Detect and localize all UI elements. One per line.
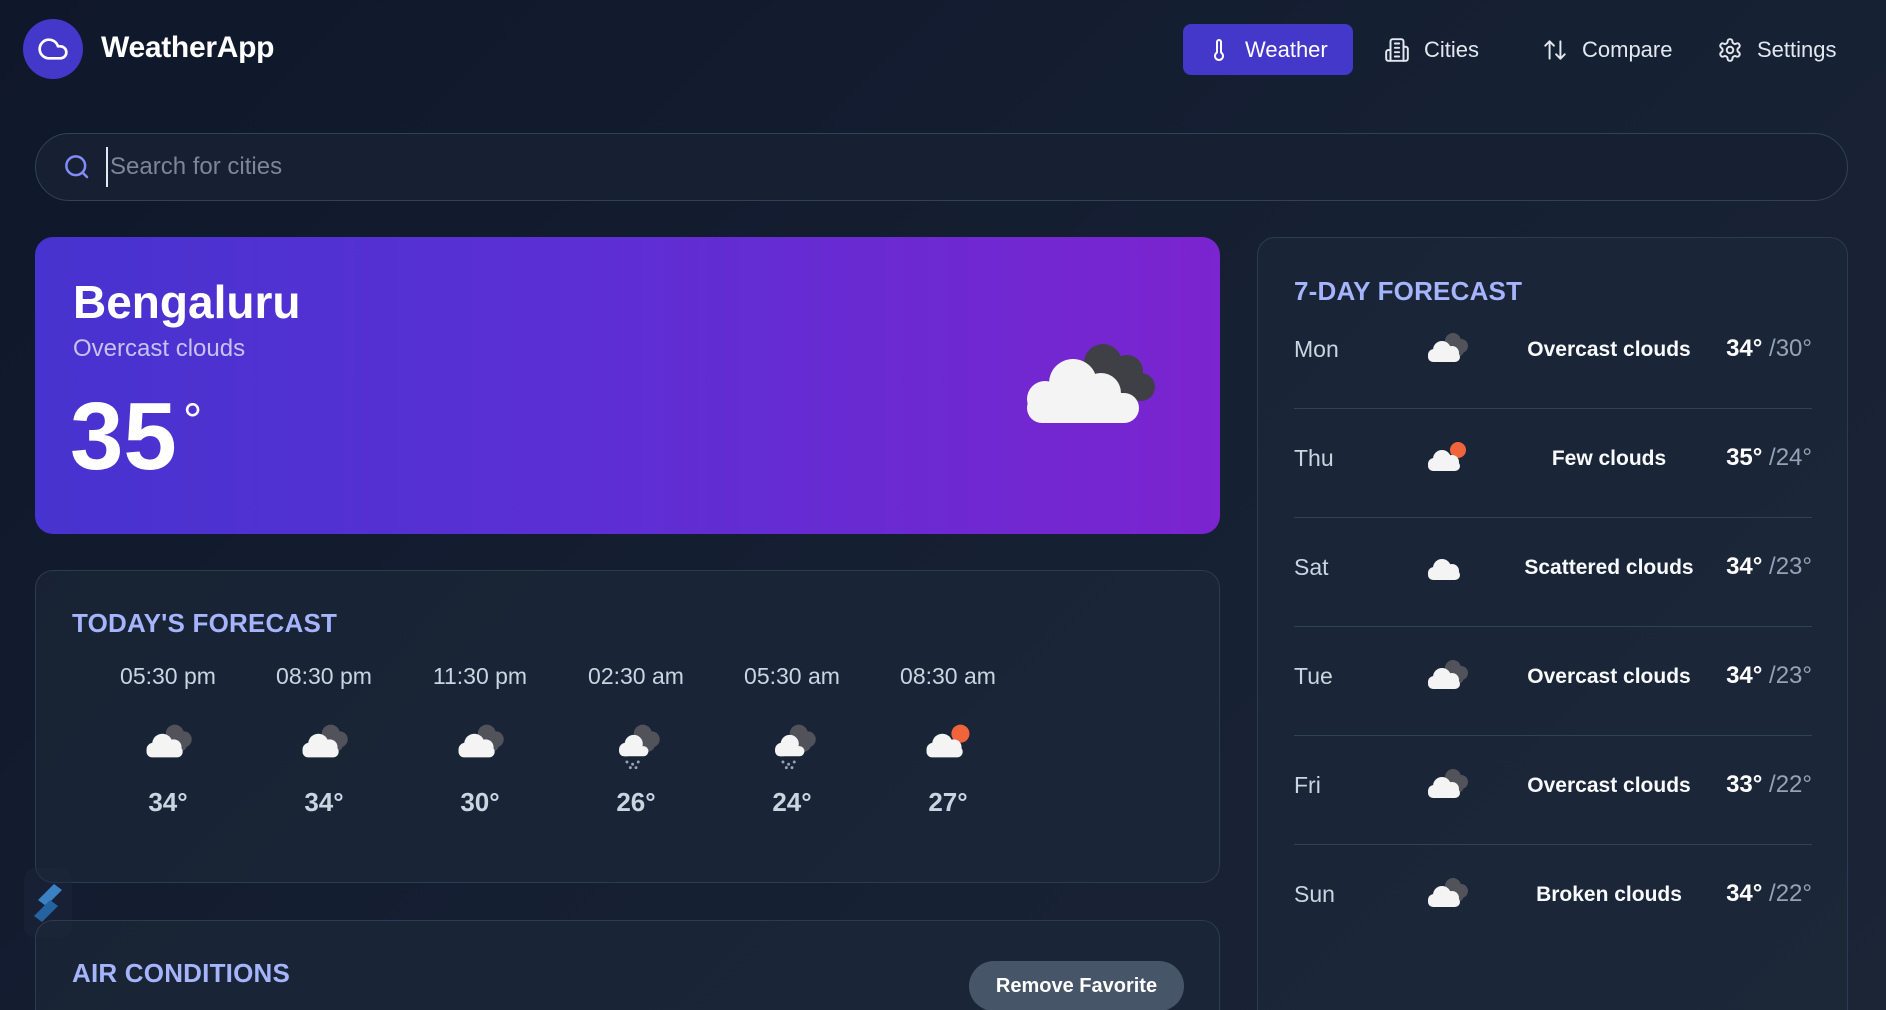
- daily-forecast-row[interactable]: Sat Scattered clouds 34° /23°: [1294, 518, 1812, 627]
- overcast-clouds-icon: [98, 719, 238, 771]
- todays-forecast-card: TODAY'S FORECAST 05:30 pm 34° 08:30 pm 34° 1…: [35, 570, 1220, 883]
- daily-forecast-row[interactable]: Mon Overcast clouds 34° /30°: [1294, 300, 1812, 409]
- hour-time: 02:30 am: [588, 663, 684, 689]
- city-name: Bengaluru: [73, 276, 301, 328]
- day-condition: Overcast clouds: [1527, 338, 1691, 361]
- day-high: 33°: [1726, 771, 1763, 798]
- hourly-forecast-item: 05:30 pm 34°: [98, 663, 238, 818]
- day-name: Sun: [1294, 881, 1335, 907]
- hour-temp: 34°: [304, 787, 344, 817]
- overcast-clouds-icon: [1424, 328, 1470, 379]
- gear-icon: [1719, 37, 1741, 62]
- day-temps: 35° /24°: [1726, 444, 1812, 472]
- hourly-forecast-item: 11:30 pm 30°: [410, 663, 550, 818]
- day-temps: 34° /22°: [1726, 880, 1812, 908]
- hour-temp: 26°: [616, 787, 656, 817]
- remove-favorite-button[interactable]: Remove Favorite: [969, 961, 1184, 1010]
- day-name: Tue: [1294, 663, 1333, 689]
- daily-forecast-row[interactable]: Thu Few clouds 35° /24°: [1294, 409, 1812, 518]
- current-temperature: 35: [70, 383, 177, 490]
- hour-temp: 24°: [772, 787, 812, 817]
- day-low: /23°: [1769, 553, 1812, 580]
- rain-cloud-icon: [566, 719, 706, 771]
- current-weather-card: Bengaluru Overcast clouds 35 °: [35, 237, 1220, 534]
- day-name: Fri: [1294, 772, 1321, 798]
- nav-settings[interactable]: Settings: [1693, 24, 1861, 75]
- day-name: Mon: [1294, 336, 1339, 362]
- nav-weather[interactable]: Weather: [1183, 24, 1353, 75]
- hour-temp: 30°: [460, 787, 500, 817]
- seven-day-forecast-card: 7-DAY FORECAST Mon Overcast clouds 34° /30…: [1257, 237, 1848, 1010]
- day-condition: Scattered clouds: [1524, 556, 1694, 579]
- hourly-forecast-item: 08:30 pm 34°: [254, 663, 394, 818]
- day-temps: 33° /22°: [1726, 771, 1812, 799]
- hour-time: 05:30 pm: [120, 663, 216, 689]
- nav-settings-label: Settings: [1757, 36, 1837, 62]
- nav-compare-label: Compare: [1582, 36, 1673, 62]
- search-icon: [62, 152, 92, 182]
- hour-time: 08:30 pm: [276, 663, 372, 689]
- top-header: WeatherApp Weather Cities Compare Settin…: [0, 0, 1886, 100]
- logo[interactable]: [23, 19, 83, 79]
- scattered-clouds-icon: [1424, 546, 1470, 597]
- day-high: 34°: [1726, 553, 1763, 580]
- overcast-clouds-icon: [410, 719, 550, 771]
- todays-forecast-title: TODAY'S FORECAST: [72, 608, 338, 638]
- arrows-up-down-icon: [1544, 39, 1566, 60]
- few-clouds-sun-icon: [878, 719, 1018, 771]
- day-name: Thu: [1294, 445, 1334, 471]
- weather-description: Overcast clouds: [73, 335, 246, 362]
- hour-time: 05:30 am: [744, 663, 840, 689]
- daily-forecast-row[interactable]: Fri Overcast clouds 33° /22°: [1294, 736, 1812, 845]
- hourly-forecast-item: 08:30 am 27°: [878, 663, 1018, 818]
- day-temps: 34° /30°: [1726, 335, 1812, 363]
- cloud-logo-icon: [38, 38, 68, 60]
- search-bar: [35, 133, 1848, 201]
- few-clouds-sun-icon: [1424, 437, 1470, 488]
- day-condition: Overcast clouds: [1527, 774, 1691, 797]
- nav-cities-label: Cities: [1424, 36, 1480, 62]
- air-conditions-title: AIR CONDITIONS: [72, 958, 291, 988]
- day-condition: Few clouds: [1551, 447, 1667, 470]
- day-condition: Broken clouds: [1536, 883, 1682, 906]
- daily-forecast-row[interactable]: Tue Overcast clouds 34° /23°: [1294, 627, 1812, 736]
- hourly-forecast-item: 05:30 am 24°: [722, 663, 862, 818]
- app-name: WeatherApp: [101, 31, 275, 64]
- day-low: /24°: [1769, 444, 1812, 471]
- overcast-clouds-icon: [1424, 655, 1470, 706]
- daily-forecast-row[interactable]: Sun Broken clouds 34° /22°: [1294, 845, 1812, 954]
- hourly-forecast-item: 02:30 am 26°: [566, 663, 706, 818]
- nav-weather-label: Weather: [1245, 36, 1328, 62]
- day-temps: 34° /23°: [1726, 662, 1812, 690]
- rain-cloud-icon: [722, 719, 862, 771]
- day-low: /22°: [1769, 880, 1812, 907]
- overcast-clouds-icon: [254, 719, 394, 771]
- broken-clouds-icon: [1424, 873, 1470, 924]
- day-low: /30°: [1769, 335, 1812, 362]
- nav-cities[interactable]: Cities: [1360, 24, 1503, 75]
- day-condition: Overcast clouds: [1527, 665, 1691, 688]
- day-name: Sat: [1294, 554, 1329, 580]
- weather-app: WeatherApp Weather Cities Compare Settin…: [0, 0, 1886, 1010]
- air-conditions-card: AIR CONDITIONS Remove Favorite: [35, 920, 1220, 1010]
- building-icon: [1385, 37, 1409, 62]
- day-low: /23°: [1769, 662, 1812, 689]
- overcast-clouds-icon: [1424, 764, 1470, 815]
- day-high: 35°: [1726, 444, 1763, 471]
- day-temps: 34° /23°: [1726, 553, 1812, 581]
- search-input[interactable]: [106, 147, 1847, 187]
- thermometer-icon: [1214, 38, 1224, 61]
- hour-temp: 34°: [148, 787, 188, 817]
- hour-temp: 27°: [928, 787, 968, 817]
- overcast-clouds-icon: [1015, 335, 1165, 440]
- degree-symbol: °: [183, 395, 203, 448]
- nav-compare[interactable]: Compare: [1518, 24, 1696, 75]
- day-high: 34°: [1726, 880, 1763, 907]
- hour-time: 11:30 pm: [432, 663, 528, 689]
- day-high: 34°: [1726, 662, 1763, 689]
- day-high: 34°: [1726, 335, 1763, 362]
- hour-time: 08:30 am: [900, 663, 996, 689]
- day-low: /22°: [1769, 771, 1812, 798]
